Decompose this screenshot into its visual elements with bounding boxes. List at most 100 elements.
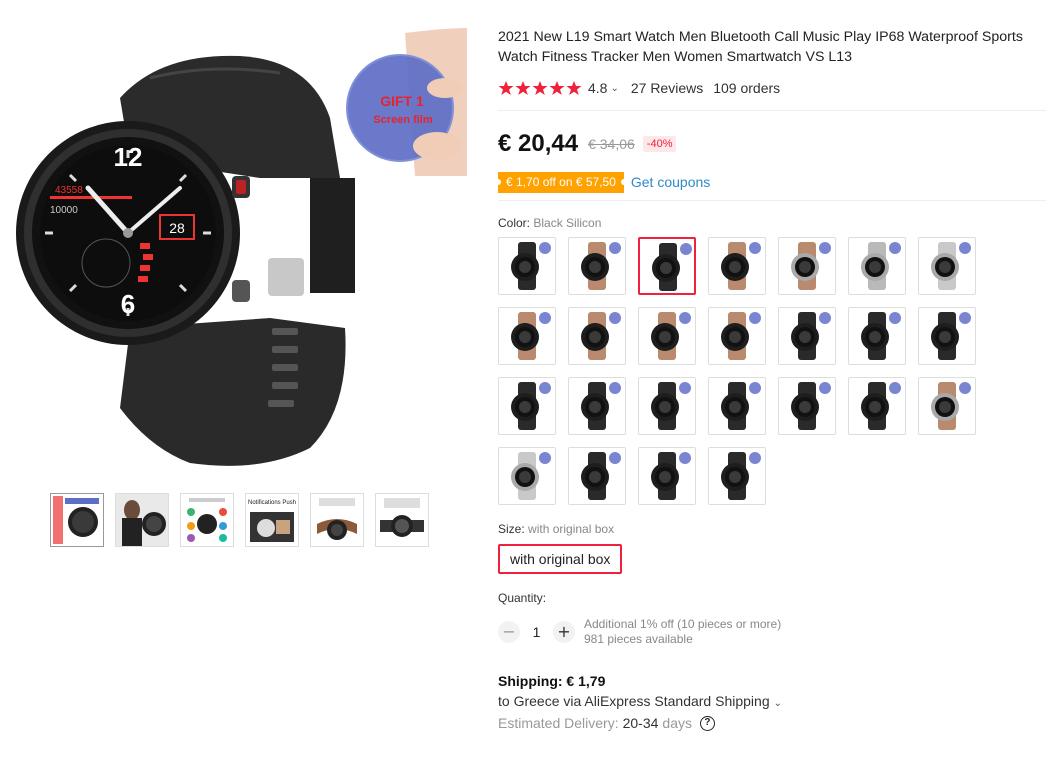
- gift-screen-film-badge: GIFT 1 Screen film: [345, 28, 467, 176]
- color-swatch[interactable]: [778, 307, 836, 365]
- size-label: Size: with original box: [498, 522, 1046, 536]
- orders-count: 109 orders: [713, 80, 781, 96]
- color-label: Color: Black Silicon: [498, 216, 1046, 230]
- watch-swatch-icon: [581, 242, 621, 290]
- watch-swatch-icon: [861, 242, 901, 290]
- current-price: € 20,44: [498, 130, 579, 157]
- color-swatch[interactable]: [638, 377, 696, 435]
- watch-swatch-icon: [651, 382, 691, 430]
- size-option-with-original-box[interactable]: with original box: [498, 544, 623, 574]
- color-swatch[interactable]: [568, 237, 626, 295]
- color-swatch[interactable]: [918, 377, 976, 435]
- rating-value[interactable]: 4.8: [588, 80, 607, 96]
- gift-text-line1: GIFT 1: [380, 93, 424, 109]
- bulk-discount-note: Additional 1% off (10 pieces or more): [584, 617, 782, 631]
- thumbnail-strip: Notifications Push: [50, 493, 429, 547]
- color-swatch[interactable]: [568, 307, 626, 365]
- star-icon: [498, 81, 514, 95]
- color-swatch[interactable]: [848, 237, 906, 295]
- watch-swatch-icon: [791, 382, 831, 430]
- color-swatch[interactable]: [778, 377, 836, 435]
- color-swatch[interactable]: [498, 377, 556, 435]
- color-swatch[interactable]: [848, 307, 906, 365]
- color-swatch[interactable]: [568, 377, 626, 435]
- product-title: 2021 New L19 Smart Watch Men Bluetooth C…: [498, 29, 1023, 65]
- watch-swatch-icon: [581, 312, 621, 360]
- product-gallery: 12 6 43558 10000 28 GIFT 1 Screen film N…: [0, 0, 470, 560]
- original-price: € 34,06: [588, 136, 635, 152]
- watch-swatch-icon: [511, 382, 551, 430]
- color-swatch[interactable]: [638, 307, 696, 365]
- help-icon[interactable]: ?: [699, 715, 715, 731]
- delivery-dates: 20-34: [622, 715, 659, 731]
- dial-date: 28: [169, 220, 185, 236]
- color-swatch[interactable]: [638, 237, 696, 295]
- color-swatch[interactable]: [498, 447, 556, 505]
- watch-swatch-icon: [931, 312, 971, 360]
- color-swatch[interactable]: [708, 447, 766, 505]
- dial-6: 6: [121, 289, 135, 319]
- quantity-increase-button[interactable]: +: [553, 621, 575, 643]
- color-swatch[interactable]: [708, 307, 766, 365]
- thumb-ecg-monitor[interactable]: [375, 493, 429, 547]
- color-swatch[interactable]: [918, 237, 976, 295]
- thumb-watch-main[interactable]: [50, 493, 104, 547]
- delivery-label: Estimated Delivery:: [498, 715, 619, 731]
- thumb-bluetooth-call[interactable]: [310, 493, 364, 547]
- product-info: 2021 New L19 Smart Watch Men Bluetooth C…: [495, 28, 1046, 731]
- quantity-label: Quantity:: [498, 591, 547, 605]
- watch-swatch-icon: [511, 312, 551, 360]
- color-swatch[interactable]: [498, 307, 556, 365]
- dial-distance: 10000: [50, 205, 78, 216]
- star-icon: [532, 81, 548, 95]
- divider: [498, 200, 1046, 201]
- price-row: € 20,44 € 34,06 -40%: [498, 129, 1046, 159]
- color-swatch[interactable]: [498, 237, 556, 295]
- coupon-tag[interactable]: € 1,70 off on € 57,50: [495, 171, 627, 193]
- watch-swatch-icon: [652, 243, 692, 291]
- watch-swatch-icon: [721, 242, 761, 290]
- watch-swatch-icon: [721, 312, 761, 360]
- watch-swatch-icon: [931, 382, 971, 430]
- reviews-link[interactable]: 27 Reviews: [631, 80, 703, 96]
- rating-stars[interactable]: [498, 80, 582, 96]
- thumb-notifications-caption: Notifications Push: [248, 500, 296, 506]
- color-swatch[interactable]: [918, 307, 976, 365]
- stock-available: 981 pieces available: [584, 632, 693, 646]
- estimated-delivery: Estimated Delivery: 20-34 days ?: [498, 715, 1046, 731]
- color-swatch[interactable]: [708, 377, 766, 435]
- color-swatch[interactable]: [848, 377, 906, 435]
- star-icon: [515, 81, 531, 95]
- quantity-value[interactable]: 1: [520, 624, 553, 640]
- discount-badge: -40%: [642, 136, 677, 152]
- dial-12: 12: [114, 142, 143, 172]
- color-swatch[interactable]: [568, 447, 626, 505]
- star-icon: [566, 81, 582, 95]
- shipping-route-text: to Greece via AliExpress Standard Shippi…: [498, 693, 770, 709]
- watch-swatch-icon: [511, 452, 551, 500]
- thumb-man-wearing[interactable]: [115, 493, 169, 547]
- color-selected-value: Black Silicon: [533, 216, 602, 230]
- thumb-features[interactable]: [180, 493, 234, 547]
- quantity-info: Additional 1% off (10 pieces or more) 98…: [584, 617, 781, 647]
- chevron-down-icon[interactable]: ⌄: [610, 83, 618, 94]
- shipping-route[interactable]: to Greece via AliExpress Standard Shippi…: [498, 693, 1046, 709]
- watch-swatch-icon: [651, 452, 691, 500]
- size-selected-value: with original box: [528, 522, 615, 536]
- delivery-unit: days: [662, 715, 692, 731]
- gift-text-line2: Screen film: [373, 114, 433, 126]
- get-coupons-link[interactable]: Get coupons: [631, 174, 710, 190]
- color-swatch[interactable]: [708, 237, 766, 295]
- color-swatches: [498, 237, 1046, 505]
- watch-swatch-icon: [861, 382, 901, 430]
- watch-swatch-icon: [861, 312, 901, 360]
- quantity-decrease-button[interactable]: −: [498, 621, 520, 643]
- star-icon: [549, 81, 565, 95]
- color-swatch[interactable]: [778, 237, 836, 295]
- divider: [498, 110, 1046, 111]
- size-label-title: Size:: [498, 522, 525, 536]
- thumb-notifications[interactable]: Notifications Push: [245, 493, 299, 547]
- chevron-down-icon[interactable]: ⌄: [774, 698, 782, 709]
- color-label-title: Color:: [498, 216, 531, 230]
- color-swatch[interactable]: [638, 447, 696, 505]
